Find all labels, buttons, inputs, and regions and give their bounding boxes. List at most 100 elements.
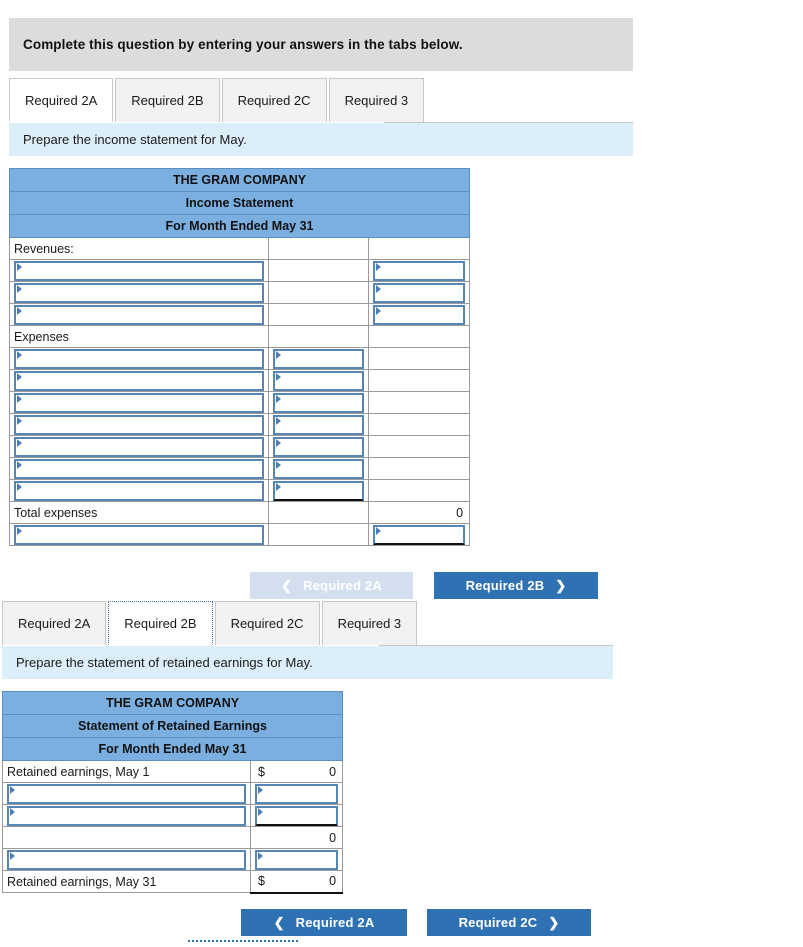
revenue-row-1-account-input[interactable] — [14, 260, 264, 281]
expense-row-6-account-input[interactable] — [14, 458, 264, 479]
expense-row-5-amount-input[interactable] — [273, 436, 364, 457]
expense-row-4-right-cell — [367, 413, 471, 436]
table-row — [2, 782, 344, 805]
re-row-1-amount-input[interactable] — [255, 783, 339, 804]
tab-required-2a[interactable]: Required 2A — [9, 78, 114, 122]
revenue-row-1-amount-cell — [367, 259, 471, 282]
table-row: Retained earnings, May 31 $ 0 — [2, 870, 344, 894]
next-button-section-b[interactable]: Required 2C ❯ — [427, 909, 591, 936]
chevron-left-icon: ❮ — [273, 915, 285, 930]
tab-b-required-2b-label: Required 2B — [124, 615, 197, 631]
expense-row-3-amount-cell — [268, 391, 369, 414]
expense-row-6-amount-input[interactable] — [273, 458, 364, 479]
re-row-3-amount-cell — [249, 848, 344, 871]
bottom-dotted-focus-line — [188, 940, 298, 942]
question-page: Complete this question by entering your … — [0, 0, 803, 947]
re-row-1-label-cell — [2, 782, 251, 805]
net-income-account-input[interactable] — [14, 524, 264, 545]
tab-required-3[interactable]: Required 3 — [328, 78, 425, 122]
tab-b-required-2a-label: Required 2A — [18, 616, 91, 631]
re-row-1-account-input[interactable] — [7, 783, 246, 804]
expense-row-4-amount-input[interactable] — [273, 414, 364, 435]
revenue-row-1-amount-input[interactable] — [373, 260, 466, 281]
table-row — [9, 457, 471, 480]
retained-earnings-title: Statement of Retained Earnings — [1, 714, 344, 738]
income-statement-company-name: THE GRAM COMPANY — [8, 168, 471, 192]
prompt-text-section-a: Prepare the income statement for May. — [23, 132, 247, 147]
retained-earnings-company-name: THE GRAM COMPANY — [1, 691, 344, 715]
expense-row-3-account-input[interactable] — [14, 392, 264, 413]
retained-earnings-table: THE GRAM COMPANY Statement of Retained E… — [1, 691, 344, 894]
revenue-row-3-account-input[interactable] — [14, 304, 264, 325]
re-row-3-account-input[interactable] — [7, 849, 246, 870]
re-row-3-label-cell — [2, 848, 251, 871]
tab-b-required-3-label: Required 3 — [337, 616, 402, 631]
expense-row-3-amount-input[interactable] — [273, 392, 364, 413]
retained-earnings-end-currency: $ — [258, 874, 265, 889]
instruction-banner-text: Complete this question by entering your … — [23, 37, 463, 52]
expense-row-1-label-cell — [9, 347, 269, 370]
tab-b-required-2a[interactable]: Required 2A — [2, 601, 107, 645]
expense-row-6-label-cell — [9, 457, 269, 480]
prompt-bar-section-b: Prepare the statement of retained earnin… — [2, 646, 613, 679]
table-row: For Month Ended May 31 — [1, 737, 344, 761]
revenues-section-label: Revenues: — [9, 237, 269, 260]
expense-row-6-amount-cell — [268, 457, 369, 480]
re-row-2-amount-input[interactable] — [255, 805, 339, 826]
tab-required-2b[interactable]: Required 2B — [115, 78, 220, 122]
tab-b-required-2b[interactable]: Required 2B — [108, 601, 213, 645]
retained-earnings-begin-currency: $ — [258, 764, 265, 779]
table-row — [9, 479, 471, 502]
chevron-left-icon: ❮ — [281, 578, 293, 593]
prompt-text-section-b: Prepare the statement of retained earnin… — [16, 655, 313, 670]
tab-b-required-3[interactable]: Required 3 — [321, 601, 418, 645]
table-row — [2, 848, 344, 871]
expense-row-7-amount-cell — [268, 479, 369, 502]
expense-row-7-amount-input[interactable] — [273, 480, 364, 501]
retained-earnings-end-label: Retained earnings, May 31 — [2, 870, 251, 893]
re-subtotal-label — [2, 826, 251, 849]
table-row — [9, 281, 471, 304]
expense-row-2-amount-input[interactable] — [273, 370, 364, 391]
revenue-row-2-account-input[interactable] — [14, 282, 264, 303]
table-row — [9, 347, 471, 370]
chevron-right-icon: ❯ — [548, 915, 560, 930]
table-row: For Month Ended May 31 — [8, 214, 471, 238]
expense-row-5-account-input[interactable] — [14, 436, 264, 457]
expense-row-7-account-input[interactable] — [14, 480, 264, 501]
tab-required-2b-label: Required 2B — [131, 93, 204, 108]
revenue-row-3-amount-input[interactable] — [373, 304, 466, 325]
instruction-banner: Complete this question by entering your … — [9, 18, 633, 71]
tab-required-2a-label: Required 2A — [25, 92, 98, 108]
expense-row-7-label-cell — [9, 479, 269, 502]
table-row — [9, 523, 471, 546]
table-row — [9, 391, 471, 414]
expense-row-1-amount-input[interactable] — [273, 348, 364, 369]
expense-row-4-account-input[interactable] — [14, 414, 264, 435]
tabstrip-section-b: Required 2A Required 2B Required 2C Requ… — [2, 601, 419, 645]
tab-b-required-2c[interactable]: Required 2C — [214, 601, 320, 645]
prev-button-section-a[interactable]: ❮ Required 2A — [250, 572, 413, 599]
re-row-2-account-input[interactable] — [7, 805, 246, 826]
expense-row-1-amount-cell — [268, 347, 369, 370]
next-button-section-a[interactable]: Required 2B ❯ — [434, 572, 598, 599]
expense-row-2-account-input[interactable] — [14, 370, 264, 391]
re-row-3-amount-input[interactable] — [255, 849, 339, 870]
revenue-row-2-amount-input[interactable] — [373, 282, 466, 303]
tab-required-2c[interactable]: Required 2C — [221, 78, 327, 122]
expense-row-3-right-cell — [367, 391, 471, 414]
expense-row-1-account-input[interactable] — [14, 348, 264, 369]
prev-button-section-b[interactable]: ❮ Required 2A — [241, 909, 407, 936]
income-statement-period: For Month Ended May 31 — [8, 214, 471, 238]
table-row — [9, 303, 471, 326]
expense-row-5-amount-cell — [268, 435, 369, 458]
table-row: THE GRAM COMPANY — [8, 168, 471, 192]
income-statement-title: Income Statement — [8, 191, 471, 215]
net-income-amount-input[interactable] — [373, 524, 466, 545]
expense-row-4-amount-cell — [268, 413, 369, 436]
income-statement-table: THE GRAM COMPANY Income Statement For Mo… — [8, 168, 471, 546]
revenue-row-3-mid-cell — [268, 303, 369, 326]
prev-button-section-b-label: Required 2A — [295, 915, 375, 930]
expense-row-5-right-cell — [367, 435, 471, 458]
table-row: Total expenses 0 — [9, 501, 471, 524]
